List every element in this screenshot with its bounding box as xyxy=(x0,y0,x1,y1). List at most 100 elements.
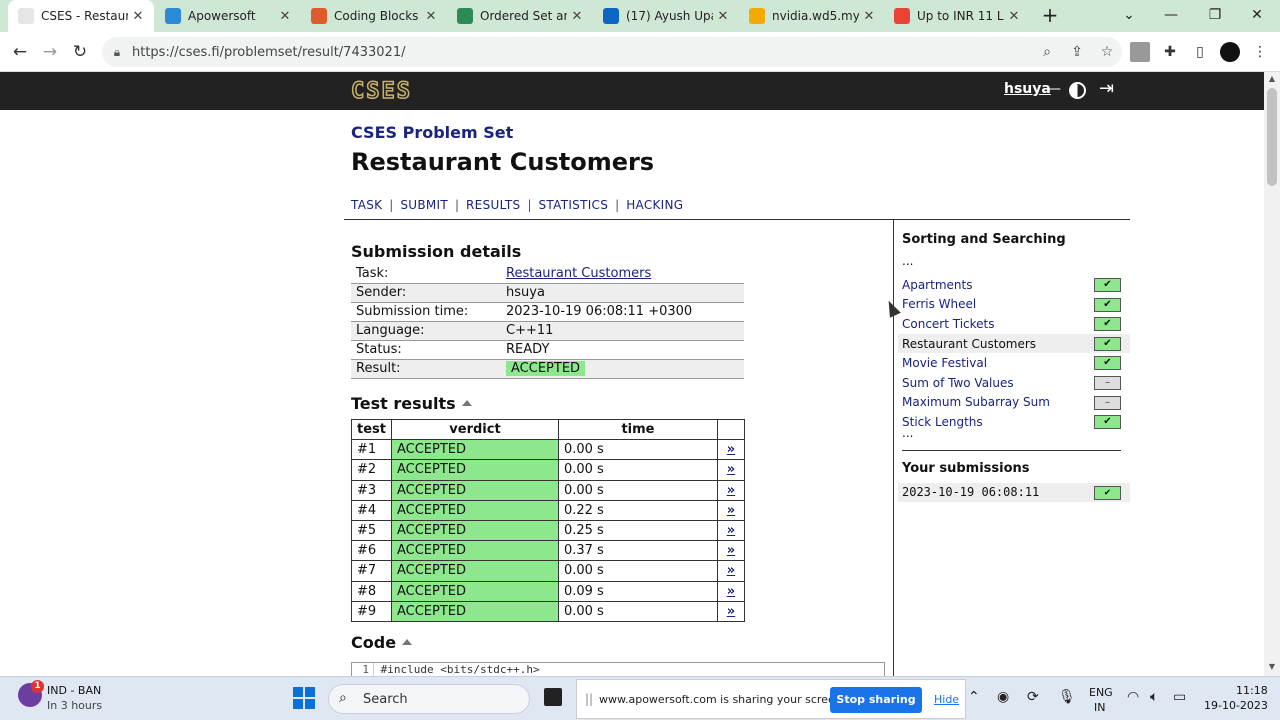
tab-title: CSES - Restaura xyxy=(41,9,128,23)
maximize-icon[interactable]: ❐ xyxy=(1194,0,1236,32)
tray-app-icon[interactable]: ◉ xyxy=(997,689,1009,705)
hide-link[interactable]: Hide xyxy=(934,693,959,706)
browser-tab[interactable]: Apowersoft ✕ xyxy=(155,0,301,32)
time-cell: 0.37 s xyxy=(557,540,718,562)
profile-avatar[interactable] xyxy=(1220,42,1240,62)
language-region[interactable]: IN xyxy=(1094,701,1105,714)
time-cell: 0.00 s xyxy=(557,560,718,582)
tray-chevron-icon[interactable]: ⌃ xyxy=(968,689,980,705)
page-scrollbar[interactable]: ▲ ▼ xyxy=(1264,72,1280,676)
dark-mode-toggle-icon[interactable] xyxy=(1069,82,1086,99)
test-details-link[interactable]: » xyxy=(716,459,745,481)
task-view-icon[interactable] xyxy=(544,688,562,706)
test-details-link[interactable]: » xyxy=(716,600,745,622)
sidebar-problem-item[interactable]: Ferris Wheel ✔ xyxy=(898,295,1130,315)
test-number: #2 xyxy=(351,459,392,481)
language-value: C++11 xyxy=(501,321,744,341)
language-code[interactable]: ENG xyxy=(1089,686,1113,699)
browser-tab[interactable]: (17) Ayush Upac✕ xyxy=(593,0,739,32)
zoom-icon[interactable]: ⌕ xyxy=(1032,44,1062,60)
puzzle-extensions-icon[interactable]: ✚ xyxy=(1160,42,1180,62)
drag-handle-icon[interactable]: || xyxy=(585,692,593,706)
extension-icon[interactable] xyxy=(1130,42,1150,62)
windows-start-icon[interactable] xyxy=(293,687,315,709)
scroll-up-icon[interactable]: ▲ xyxy=(1264,74,1280,83)
weather-title[interactable]: IND - BAN xyxy=(47,684,101,697)
battery-icon[interactable]: ▭ xyxy=(1173,689,1186,705)
tab-close-icon[interactable]: ✕ xyxy=(567,9,587,24)
test-row: #5 ACCEPTED 0.25 s» xyxy=(351,519,745,542)
side-panel-icon[interactable]: ▯ xyxy=(1190,42,1210,62)
share-icon[interactable]: ⇪ xyxy=(1062,44,1092,60)
browser-tab[interactable]: Up to INR 11 LP ✕ xyxy=(884,0,1030,32)
forward-icon[interactable]: → xyxy=(38,40,62,64)
sidebar-problem-item[interactable]: Restaurant Customers ✔ xyxy=(898,333,1130,354)
sidebar-problem-item[interactable]: Movie Festival ✔ xyxy=(898,353,1130,373)
wifi-icon[interactable]: ◠ xyxy=(1127,689,1139,705)
test-details-link[interactable]: » xyxy=(716,479,745,501)
tab-close-icon[interactable]: ✕ xyxy=(421,9,441,24)
task-link[interactable]: Restaurant Customers xyxy=(506,266,651,281)
tab-favicon-icon xyxy=(749,8,765,24)
breadcrumb[interactable]: CSES Problem Set xyxy=(351,123,513,142)
close-window-icon[interactable]: ✕ xyxy=(1236,0,1278,32)
col-details xyxy=(716,418,745,441)
tray-sync-icon[interactable]: ⟳ xyxy=(1027,689,1039,705)
browser-tab[interactable]: Coding Blocks ID✕ xyxy=(301,0,447,32)
nav-results[interactable]: RESULTS xyxy=(466,198,520,212)
logout-icon[interactable]: ⇥ xyxy=(1099,78,1114,99)
sidebar-problem-item[interactable]: Concert Tickets ✔ xyxy=(898,314,1130,334)
minimize-icon[interactable]: — xyxy=(1150,0,1192,32)
scrollbar-thumb[interactable] xyxy=(1267,88,1277,186)
check-icon: ✔ xyxy=(1094,356,1121,371)
sidebar-problem-item[interactable]: Maximum Subarray Sum – xyxy=(898,393,1130,413)
back-icon[interactable]: ← xyxy=(8,40,32,64)
clock-date[interactable]: 19-10-2023 xyxy=(1204,699,1268,712)
nav-task[interactable]: TASK xyxy=(351,198,382,212)
test-details-link[interactable]: » xyxy=(716,499,745,521)
bookmark-star-icon[interactable]: ☆ xyxy=(1092,44,1122,60)
microphone-icon[interactable]: 🎙︎ xyxy=(1058,689,1076,705)
code-heading[interactable]: Code xyxy=(351,633,413,652)
submission-link[interactable]: 2023-10-19 06:08:11 ✔ xyxy=(898,483,1130,502)
volume-icon[interactable]: 🔈︎ xyxy=(1150,689,1158,705)
user-link[interactable]: hsuya xyxy=(1004,81,1051,97)
tab-title: nvidia.wd5.myw xyxy=(772,9,859,23)
test-results-heading[interactable]: Test results xyxy=(351,394,472,413)
nav-hacking[interactable]: HACKING xyxy=(626,198,683,212)
sidebar-rule xyxy=(902,450,1121,451)
tab-close-icon[interactable]: ✕ xyxy=(713,9,733,24)
collapse-caret-icon[interactable] xyxy=(402,638,413,645)
stop-sharing-button[interactable]: Stop sharing xyxy=(830,687,922,713)
collapse-caret-icon[interactable] xyxy=(461,399,472,406)
sidebar-problem-item[interactable]: Sum of Two Values – xyxy=(898,373,1130,393)
tab-close-icon[interactable]: ✕ xyxy=(128,9,148,24)
test-details-link[interactable]: » xyxy=(716,580,745,602)
menu-kebab-icon[interactable]: ⋮ xyxy=(1250,42,1270,62)
test-details-link[interactable]: » xyxy=(716,519,745,542)
scroll-down-icon[interactable]: ▼ xyxy=(1264,662,1280,671)
nav-submit[interactable]: SUBMIT xyxy=(400,198,448,212)
cses-logo[interactable]: CSES xyxy=(350,78,412,105)
reload-icon[interactable]: ↻ xyxy=(68,40,92,64)
sidebar-problem-item[interactable]: Stick Lengths ✔ xyxy=(898,412,1130,432)
test-details-link[interactable]: » xyxy=(716,540,745,562)
tab-search-icon[interactable]: ⌄ xyxy=(1108,0,1150,32)
new-tab-button[interactable]: + xyxy=(1038,4,1062,28)
weather-widget-icon[interactable]: 1 xyxy=(18,680,44,707)
tab-close-icon[interactable]: ✕ xyxy=(859,9,879,24)
test-details-link[interactable]: » xyxy=(716,560,745,582)
sidebar-problem-item[interactable]: Apartments ✔ xyxy=(898,275,1130,295)
browser-tab[interactable]: Ordered Set and✕ xyxy=(447,0,593,32)
taskbar-search[interactable]: ⌕ Search xyxy=(328,684,530,714)
browser-tab[interactable]: nvidia.wd5.myw✕ xyxy=(739,0,885,32)
clock-time[interactable]: 11:18 xyxy=(1236,684,1268,697)
tab-favicon-icon xyxy=(894,8,910,24)
test-number: #4 xyxy=(351,499,392,521)
tab-close-icon[interactable]: ✕ xyxy=(1004,9,1024,24)
nav-statistics[interactable]: STATISTICS xyxy=(539,198,609,212)
tab-close-icon[interactable]: ✕ xyxy=(275,9,295,24)
browser-tab[interactable]: CSES - Restaura ✕ xyxy=(8,0,154,32)
test-details-link[interactable]: » xyxy=(716,439,745,461)
address-bar[interactable]: 🔒︎ https://cses.fi/problemset/result/743… xyxy=(102,37,1122,67)
